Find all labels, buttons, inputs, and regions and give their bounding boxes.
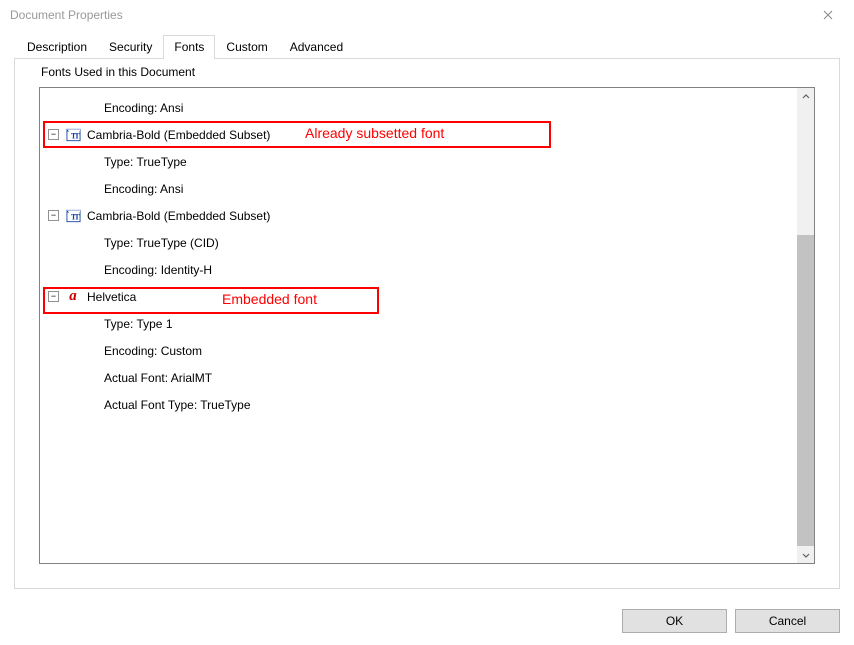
groupbox-label: Fonts Used in this Document xyxy=(37,65,199,79)
vertical-scrollbar[interactable] xyxy=(797,88,814,563)
button-row: OK Cancel xyxy=(0,599,854,645)
truetype-font-icon: TT xyxy=(65,208,81,224)
font-detail[interactable]: Encoding: Identity-H xyxy=(40,256,797,283)
window-title: Document Properties xyxy=(10,8,123,22)
font-name-label: Helvetica xyxy=(87,290,136,304)
tab-security[interactable]: Security xyxy=(98,35,163,59)
font-detail[interactable]: Actual Font Type: TrueType xyxy=(40,391,797,418)
chevron-down-icon xyxy=(802,551,810,559)
collapse-icon[interactable]: − xyxy=(48,291,59,302)
font-detail[interactable]: Type: TrueType (CID) xyxy=(40,229,797,256)
titlebar: Document Properties xyxy=(0,0,854,30)
window: Document Properties DescriptionSecurityF… xyxy=(0,0,854,645)
svg-text:T: T xyxy=(74,131,80,140)
tab-advanced[interactable]: Advanced xyxy=(279,35,354,59)
font-tree[interactable]: Encoding: Ansi−TTCambria-Bold (Embedded … xyxy=(40,88,797,563)
font-tree-wrap: Encoding: Ansi−TTCambria-Bold (Embedded … xyxy=(39,87,815,564)
groupbox-fonts-used: Fonts Used in this Document Encoding: An… xyxy=(29,73,825,574)
chevron-up-icon xyxy=(802,93,810,101)
font-detail[interactable]: Type: Type 1 xyxy=(40,310,797,337)
collapse-icon[interactable]: − xyxy=(48,210,59,221)
font-detail[interactable]: Encoding: Ansi xyxy=(40,175,797,202)
tab-fonts[interactable]: Fonts xyxy=(163,35,215,59)
font-detail[interactable]: Type: TrueType xyxy=(40,148,797,175)
font-detail[interactable]: Actual Font: ArialMT xyxy=(40,364,797,391)
tabstrip: DescriptionSecurityFontsCustomAdvanced xyxy=(16,34,840,58)
font-entry[interactable]: −TT Cambria-Bold (Embedded Subset) xyxy=(40,121,797,148)
client-area: DescriptionSecurityFontsCustomAdvanced F… xyxy=(0,30,854,599)
font-detail[interactable]: Encoding: Ansi xyxy=(40,94,797,121)
font-entry[interactable]: −TT Cambria-Bold (Embedded Subset) xyxy=(40,202,797,229)
ok-button[interactable]: OK xyxy=(622,609,727,633)
scroll-down-button[interactable] xyxy=(797,546,814,563)
cancel-button[interactable]: Cancel xyxy=(735,609,840,633)
close-button[interactable] xyxy=(806,1,850,29)
close-icon xyxy=(823,10,833,20)
font-name-label: Cambria-Bold (Embedded Subset) xyxy=(87,128,270,142)
scroll-thumb[interactable] xyxy=(797,235,814,546)
tab-description[interactable]: Description xyxy=(16,35,98,59)
font-entry[interactable]: −a Helvetica xyxy=(40,283,797,310)
tab-panel-fonts: Fonts Used in this Document Encoding: An… xyxy=(14,58,840,589)
truetype-font-icon: TT xyxy=(65,127,81,143)
collapse-icon[interactable]: − xyxy=(48,129,59,140)
tab-custom[interactable]: Custom xyxy=(215,35,278,59)
type1-font-icon: a xyxy=(65,289,81,305)
font-name-label: Cambria-Bold (Embedded Subset) xyxy=(87,209,270,223)
scroll-up-button[interactable] xyxy=(797,88,814,105)
scroll-track[interactable] xyxy=(797,105,814,546)
font-detail[interactable]: Encoding: Custom xyxy=(40,337,797,364)
svg-text:T: T xyxy=(74,212,80,221)
